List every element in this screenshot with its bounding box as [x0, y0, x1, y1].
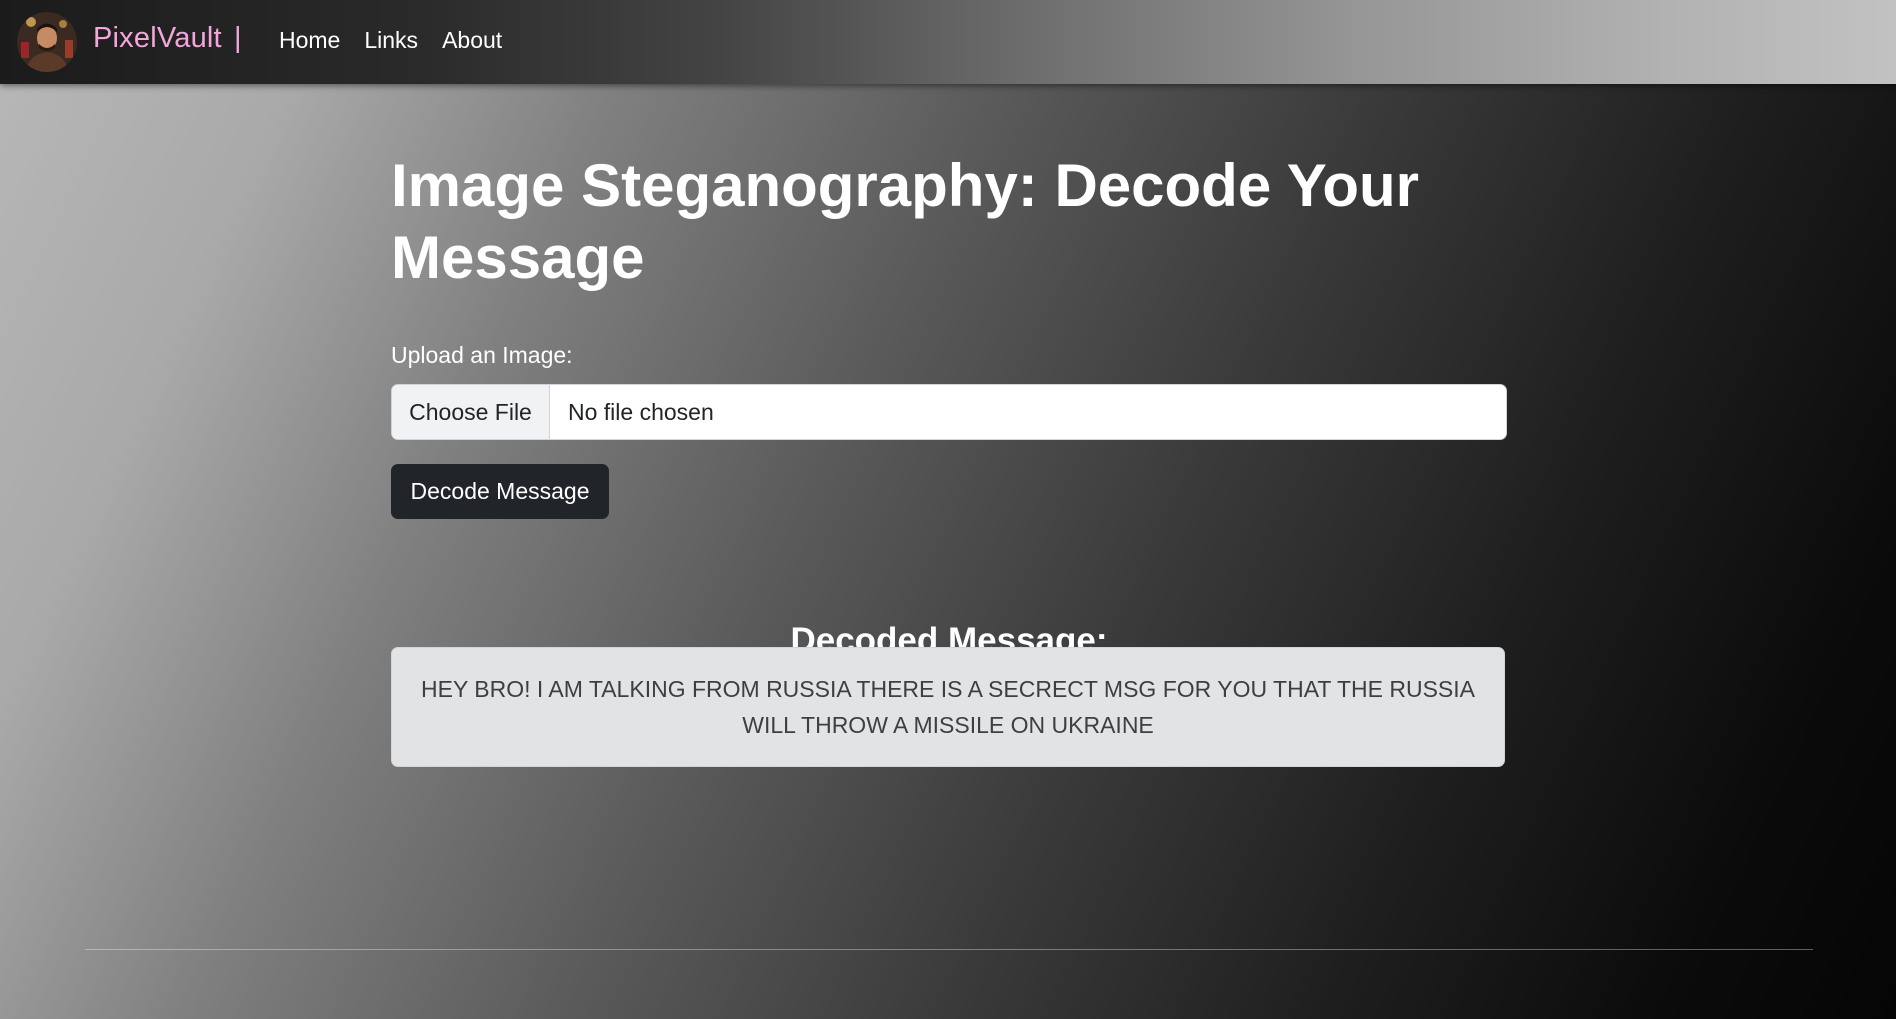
decoded-message-box: HEY BRO! I AM TALKING FROM RUSSIA THERE …	[391, 647, 1505, 767]
nav-link-home[interactable]: Home	[279, 27, 340, 54]
brand-separator: |	[234, 22, 242, 54]
main-content: Image Steganography: Decode Your Message…	[391, 150, 1507, 767]
upload-label: Upload an Image:	[391, 342, 573, 368]
nav-links: Home Links About	[279, 27, 502, 54]
nav-link-about[interactable]: About	[442, 27, 502, 54]
brand-name[interactable]: PixelVault	[93, 22, 222, 55]
choose-file-button[interactable]: Choose File	[392, 385, 550, 439]
file-upload-input[interactable]: Choose File No file chosen	[391, 384, 1507, 440]
page-title: Image Steganography: Decode Your Message	[391, 152, 1419, 291]
nav-link-links[interactable]: Links	[364, 27, 418, 54]
top-navbar: PixelVault | Home Links About	[0, 0, 1896, 84]
decoded-message-text: HEY BRO! I AM TALKING FROM RUSSIA THERE …	[421, 676, 1475, 738]
file-status-text: No file chosen	[568, 398, 714, 425]
decode-message-button[interactable]: Decode Message	[391, 464, 609, 519]
avatar[interactable]	[17, 12, 77, 72]
footer-divider	[85, 949, 1813, 950]
